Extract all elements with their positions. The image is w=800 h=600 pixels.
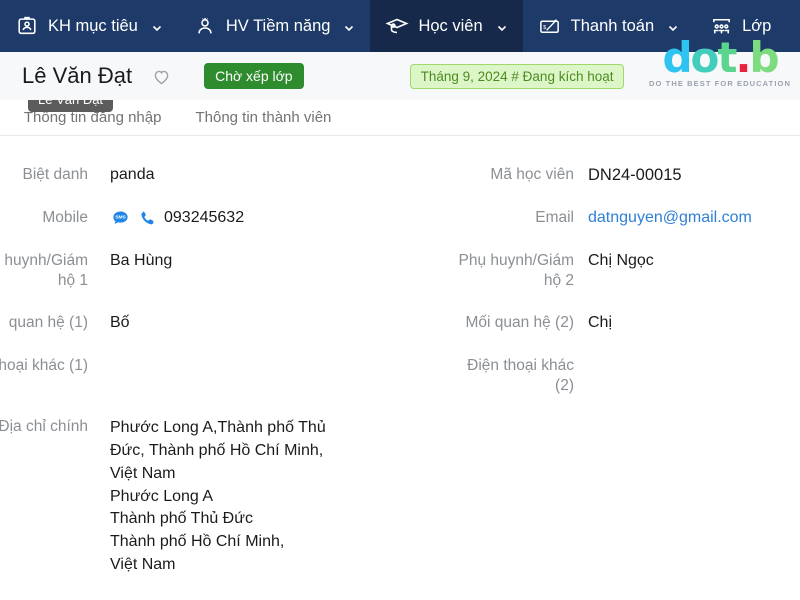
field-value: DN24-00015	[588, 166, 682, 184]
tab-thong-tin-dang-nhap[interactable]: Thông tin đăng nhập	[7, 109, 179, 135]
field-label: Điện thoại khác (2)	[467, 356, 574, 394]
student-name-tooltip: Lê Văn Đạt	[28, 100, 114, 112]
field-label: Biệt danh	[22, 166, 89, 183]
field-label: Mối quan hệ (2)	[465, 313, 574, 331]
nav-item-thanh-toan[interactable]: $ Thanh toán	[523, 0, 694, 52]
phone-call-icon[interactable]	[137, 209, 157, 229]
tab-strip: quan Thông tin đăng nhập Thông tin thành…	[0, 100, 800, 136]
field-label: quan hệ (1)	[8, 313, 88, 331]
field-mobile: Mobile SMS 093245632	[0, 197, 400, 240]
field-label: Mã học viên	[490, 166, 574, 183]
field-value: Phước Long A,Thành phố Thủ Đức, Thành ph…	[110, 419, 326, 573]
phone-row: SMS 093245632	[110, 208, 382, 229]
graduation-cap-icon	[385, 14, 409, 38]
nav-item-lop[interactable]: Lớp	[694, 0, 786, 52]
user-crown-icon	[193, 14, 217, 38]
nav-label: KH mục tiêu	[48, 16, 138, 35]
page-header: Lê Văn Đạt Chờ xếp lớp Tháng 9, 2024 # Đ…	[0, 52, 800, 100]
field-empty-right	[400, 406, 800, 587]
tab-tong-quan[interactable]: quan	[0, 109, 7, 135]
field-value: Ba Hùng	[110, 252, 173, 270]
chevron-down-icon	[343, 20, 355, 32]
field-label: Mobile	[42, 209, 88, 227]
chevron-down-icon	[667, 20, 679, 32]
svg-text:SMS: SMS	[115, 215, 126, 221]
nav-item-hv-tiem-nang[interactable]: HV Tiềm năng	[178, 0, 371, 52]
field-value: Bố	[110, 313, 130, 331]
field-value: Chị	[588, 313, 613, 331]
period-status-badge[interactable]: Tháng 9, 2024 # Đang kích hoạt	[409, 63, 625, 89]
field-value	[588, 417, 788, 435]
field-label: Địa chỉ chính	[0, 418, 88, 436]
nav-label: Thanh toán	[570, 16, 655, 35]
id-card-icon	[15, 14, 39, 38]
main-navigation-bar: KH mục tiêu HV Tiềm năng Học viên $ Than…	[0, 0, 800, 52]
field-label: Phụ huynh/Giám hộ 2	[458, 252, 574, 290]
field-value	[588, 356, 788, 374]
nav-label: Học viên	[418, 16, 483, 35]
email-link[interactable]: datnguyen@gmail.com	[588, 208, 788, 229]
nav-label: HV Tiềm năng	[225, 16, 331, 35]
field-moi-quan-he-1: quan hệ (1) Bố	[0, 302, 400, 345]
cheque-icon: $	[538, 14, 562, 38]
field-phu-huynh-2: Phụ huynh/Giám hộ 2 Chị Ngọc	[400, 240, 800, 302]
nav-item-kh-muc-tieu[interactable]: KH mục tiêu	[0, 0, 178, 52]
nav-item-hoc-vien[interactable]: Học viên	[370, 0, 523, 52]
page-title: Lê Văn Đạt	[22, 63, 133, 88]
field-dien-thoai-khac-1: hoại khác (1)	[0, 345, 400, 407]
field-dia-chi-chinh: Địa chỉ chính Phước Long A,Thành phố Thủ…	[0, 406, 400, 587]
field-dien-thoai-khac-2: Điện thoại khác (2)	[400, 345, 800, 407]
tab-thong-tin-thanh-vien[interactable]: Thông tin thành viên	[178, 109, 348, 135]
field-value: Chị Ngọc	[588, 252, 654, 270]
phone-number: 093245632	[164, 209, 245, 227]
detail-field-grid: Biệt danh panda Mã học viên DN24-00015 M…	[0, 154, 800, 587]
nav-label: Lớp	[742, 16, 772, 35]
field-biet-danh: Biệt danh panda	[0, 154, 400, 197]
field-label: Email	[535, 209, 574, 227]
classroom-group-icon	[709, 14, 733, 38]
field-ma-hoc-vien: Mã học viên DN24-00015	[400, 154, 800, 197]
chevron-down-icon	[151, 20, 163, 32]
status-badge[interactable]: Chờ xếp lớp	[204, 63, 304, 89]
field-label: hoại khác (1)	[0, 356, 88, 374]
chevron-down-icon	[496, 20, 508, 32]
heart-outline-icon[interactable]	[150, 65, 172, 87]
field-moi-quan-he-2: Mối quan hệ (2) Chị	[400, 302, 800, 345]
field-phu-huynh-1: huynh/Giám hộ 1 Ba Hùng	[0, 240, 400, 302]
field-value-wrapper: SMS 093245632	[110, 208, 382, 229]
field-value: panda	[110, 166, 155, 183]
field-email: Email datnguyen@gmail.com	[400, 197, 800, 240]
field-value	[110, 356, 382, 374]
student-detail-body: Biệt danh panda Mã học viên DN24-00015 M…	[0, 136, 800, 600]
field-label: huynh/Giám hộ 1	[4, 252, 88, 290]
sms-icon[interactable]: SMS	[110, 209, 130, 229]
